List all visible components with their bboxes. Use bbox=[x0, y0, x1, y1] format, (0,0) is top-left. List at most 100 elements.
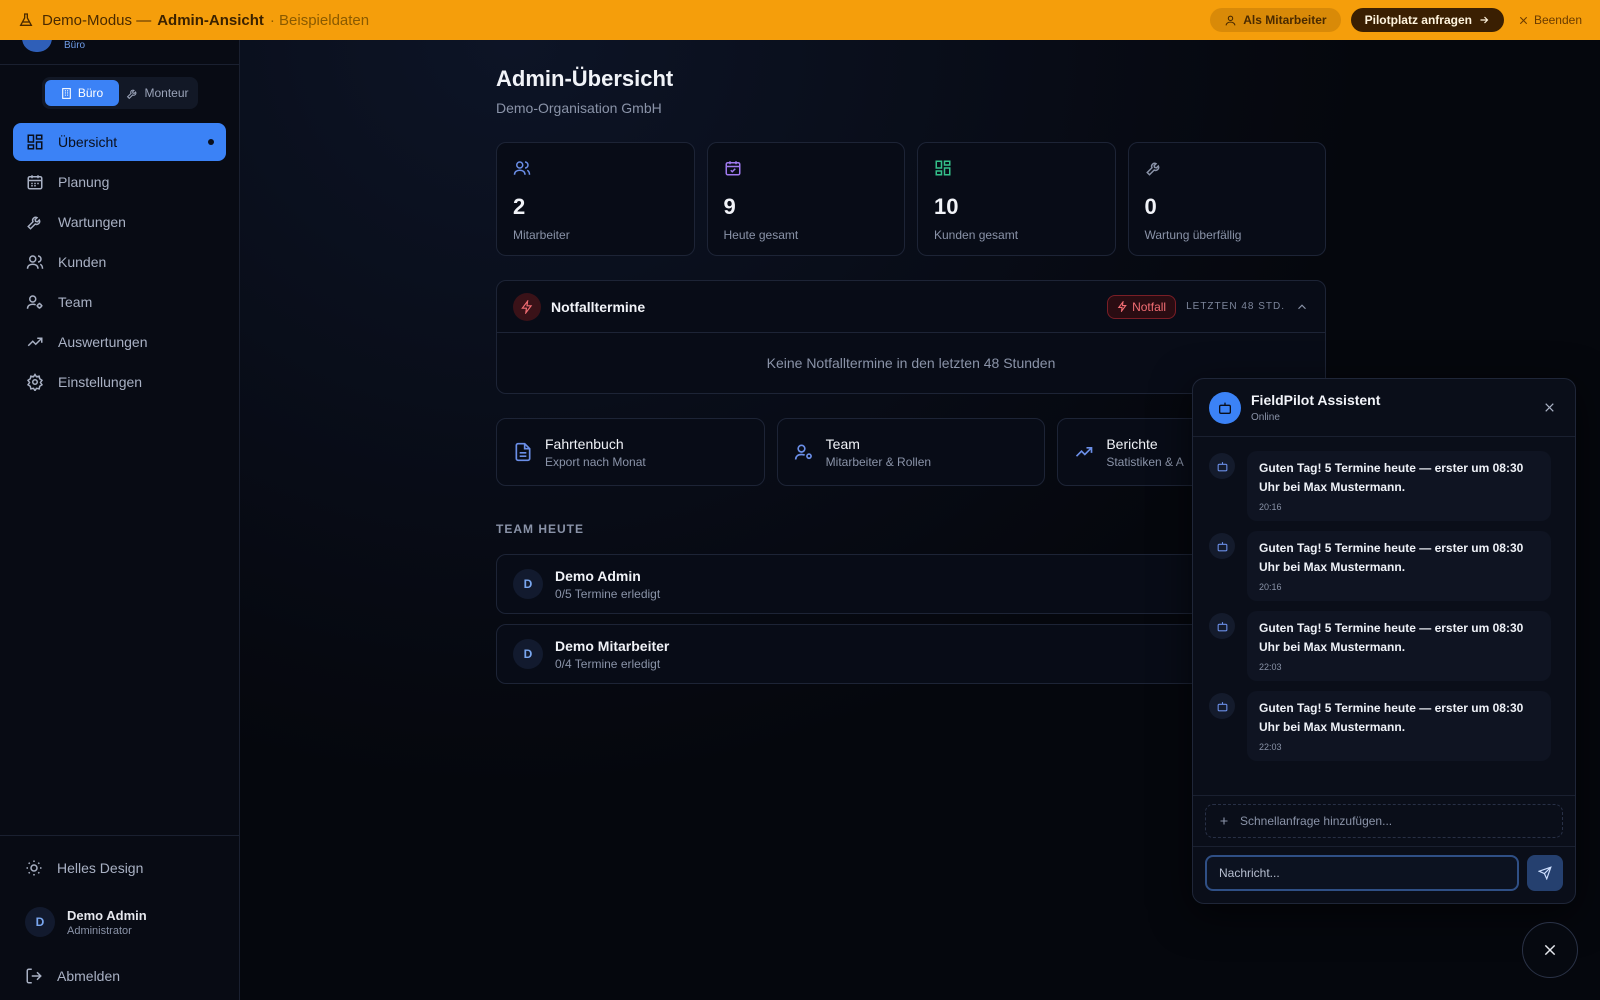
chat-message: Guten Tag! 5 Termine heute — erster um 0… bbox=[1209, 611, 1559, 681]
stat-value: 9 bbox=[723, 194, 736, 219]
arrow-right-icon bbox=[1480, 16, 1489, 24]
stat-label: Wartung überfällig bbox=[1144, 228, 1242, 242]
chevron-up-icon[interactable] bbox=[1295, 300, 1309, 314]
end-demo-button[interactable]: Beenden bbox=[1518, 13, 1582, 27]
stat-card-customers[interactable]: 10 Kunden gesamt bbox=[917, 142, 1116, 256]
wrench-icon bbox=[27, 216, 41, 230]
bolt-icon bbox=[513, 292, 541, 321]
mode-fitter-button[interactable]: Monteur bbox=[121, 80, 195, 106]
send-button[interactable] bbox=[1527, 855, 1563, 891]
sample-data-label: · Beispieldaten bbox=[269, 11, 370, 29]
stats-row: 2 Mitarbeiter 9 Heute gesamt 10 Kunden g… bbox=[496, 142, 1326, 256]
sidebar-item-auswertungen[interactable]: Auswertungen bbox=[13, 323, 226, 361]
chat-input-row bbox=[1193, 846, 1575, 899]
sidebar-item-uebersicht[interactable]: Übersicht bbox=[13, 123, 226, 161]
document-icon bbox=[515, 442, 531, 462]
sidebar: Büro Büro Monteur Übersicht Planung Wart… bbox=[0, 28, 240, 1000]
organisation-name: Demo-Organisation GmbH bbox=[496, 100, 662, 116]
building-icon bbox=[61, 87, 71, 99]
emergency-badge: Notfall bbox=[1107, 294, 1177, 319]
trend-icon bbox=[27, 337, 43, 347]
sidebar-item-wartungen[interactable]: Wartungen bbox=[13, 203, 226, 241]
avatar: D bbox=[513, 639, 543, 669]
trend-icon bbox=[1076, 447, 1093, 457]
theme-toggle[interactable]: Helles Design bbox=[0, 850, 239, 886]
as-employee-button[interactable]: Als Mitarbeiter bbox=[1210, 8, 1341, 32]
active-dot bbox=[208, 139, 214, 145]
avatar: D bbox=[513, 569, 543, 599]
plus-icon bbox=[1220, 817, 1228, 825]
stat-card-today[interactable]: 9 Heute gesamt bbox=[706, 142, 905, 256]
logout-icon bbox=[26, 968, 42, 984]
team-member-status: 0/4 Termine erledigt bbox=[555, 656, 661, 671]
assistant-chat-panel: FieldPilot Assistent Online Guten Tag! 5… bbox=[1192, 378, 1576, 904]
close-icon bbox=[1519, 16, 1528, 24]
emergency-panel: Notfalltermine Notfall LETZTEN 48 STD. K… bbox=[496, 280, 1326, 394]
close-icon bbox=[1544, 944, 1556, 956]
stat-value: 2 bbox=[513, 194, 526, 219]
stat-card-overdue[interactable]: 0 Wartung überfällig bbox=[1127, 142, 1326, 256]
team-member-name: Demo Mitarbeiter bbox=[555, 637, 670, 654]
grid-icon bbox=[27, 134, 43, 150]
team-today-title: TEAM HEUTE bbox=[496, 522, 584, 536]
emergency-range: LETZTEN 48 STD. bbox=[1186, 301, 1285, 312]
users-icon bbox=[26, 255, 44, 269]
sidebar-item-planung[interactable]: Planung bbox=[13, 163, 226, 201]
add-quick-request-button[interactable]: Schnellanfrage hinzufügen... bbox=[1205, 804, 1563, 838]
flask-icon bbox=[19, 13, 33, 26]
close-icon bbox=[1544, 403, 1554, 412]
send-icon bbox=[1538, 866, 1552, 880]
users-icon bbox=[513, 161, 531, 175]
quick-request-area: Schnellanfrage hinzufügen... bbox=[1193, 795, 1575, 846]
emergency-header[interactable]: Notfalltermine Notfall LETZTEN 48 STD. bbox=[497, 281, 1325, 333]
sun-icon bbox=[26, 860, 42, 876]
current-user[interactable]: D Demo Admin Administrator bbox=[0, 894, 239, 950]
user-name: Demo Admin bbox=[67, 907, 147, 923]
user-gear-icon bbox=[794, 444, 812, 460]
org-role: Büro bbox=[64, 40, 86, 51]
stat-label: Kunden gesamt bbox=[934, 228, 1019, 242]
bot-icon bbox=[1209, 391, 1241, 424]
wrench-icon bbox=[127, 89, 137, 99]
demo-banner: Demo-Modus — Admin-Ansicht · Beispieldat… bbox=[0, 0, 1600, 40]
sidebar-header: Büro bbox=[0, 28, 239, 65]
bot-icon bbox=[1209, 533, 1235, 559]
team-member-status: 0/5 Termine erledigt bbox=[555, 586, 661, 601]
stat-label: Heute gesamt bbox=[723, 228, 799, 242]
stat-label: Mitarbeiter bbox=[513, 228, 570, 242]
mode-office-button[interactable]: Büro bbox=[44, 80, 119, 106]
chat-header: FieldPilot Assistent Online bbox=[1193, 379, 1575, 437]
bolt-icon bbox=[1117, 301, 1127, 312]
quick-link-team[interactable]: Team Mitarbeiter & Rollen bbox=[776, 418, 1046, 486]
bot-icon bbox=[1209, 453, 1235, 479]
calendar-icon bbox=[27, 175, 43, 190]
sidebar-footer: Helles Design D Demo Admin Administrator… bbox=[0, 835, 239, 1000]
team-member-name: Demo Admin bbox=[555, 567, 641, 584]
grid-icon bbox=[935, 160, 951, 176]
stat-value: 10 bbox=[934, 194, 959, 219]
bot-icon bbox=[1209, 693, 1235, 719]
bot-icon bbox=[1209, 613, 1235, 639]
chat-close-button[interactable] bbox=[1539, 398, 1559, 418]
sidebar-item-kunden[interactable]: Kunden bbox=[13, 243, 226, 281]
request-pilot-button[interactable]: Pilotplatz anfragen bbox=[1350, 8, 1504, 32]
gear-icon bbox=[26, 373, 44, 391]
sidebar-nav: Übersicht Planung Wartungen Kunden Team … bbox=[0, 123, 239, 401]
logout-button[interactable]: Abmelden bbox=[0, 954, 239, 998]
sidebar-item-einstellungen[interactable]: Einstellungen bbox=[13, 363, 226, 401]
quick-link-logbook[interactable]: Fahrtenbuch Export nach Monat bbox=[496, 418, 765, 486]
sidebar-item-team[interactable]: Team bbox=[13, 283, 226, 321]
chat-toggle-button[interactable] bbox=[1522, 922, 1578, 978]
user-icon bbox=[1225, 15, 1236, 25]
chat-message: Guten Tag! 5 Termine heute — erster um 0… bbox=[1209, 451, 1559, 521]
calendar-check-icon bbox=[725, 161, 740, 176]
chat-message: Guten Tag! 5 Termine heute — erster um 0… bbox=[1209, 691, 1559, 761]
page-title: Admin-Übersicht bbox=[496, 66, 674, 91]
wrench-icon bbox=[1145, 162, 1159, 176]
stat-card-employees[interactable]: 2 Mitarbeiter bbox=[496, 142, 695, 256]
admin-view-label: Admin-Ansicht bbox=[157, 11, 264, 29]
stat-value: 0 bbox=[1144, 194, 1157, 219]
user-gear-icon bbox=[26, 295, 43, 309]
emergency-title: Notfalltermine bbox=[551, 298, 646, 315]
chat-message-input[interactable] bbox=[1205, 855, 1519, 891]
